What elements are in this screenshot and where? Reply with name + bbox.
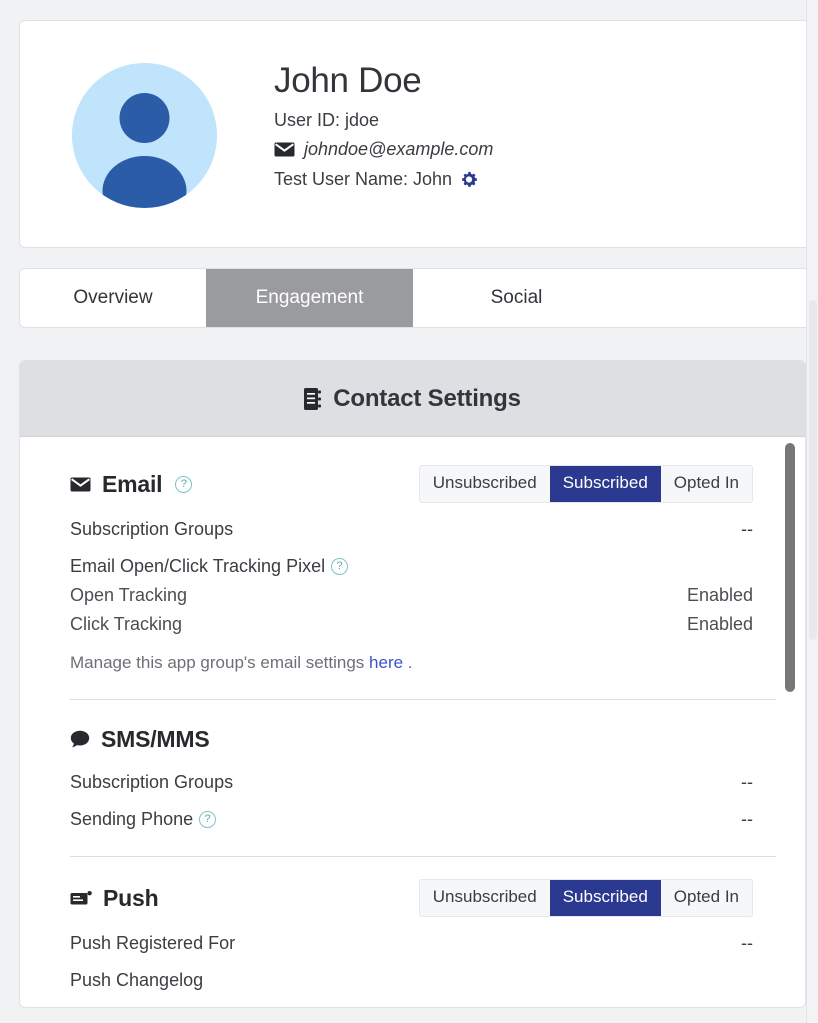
sms-sending-phone-value: -- — [741, 809, 753, 829]
avatar-person-icon — [72, 63, 217, 208]
app-root: John Doe User ID: jdoe johndoe@example.c… — [0, 0, 818, 1023]
tab-engagement-label: Engagement — [255, 287, 364, 308]
push-title-group: Push — [70, 884, 159, 912]
contact-settings-body: Email ? Unsubscribed Subscribed Opted In… — [20, 437, 805, 1007]
email-tracking-pixel-row: Email Open/Click Tracking Pixel ? — [70, 556, 753, 577]
push-registered-for-row: Push Registered For -- — [70, 933, 753, 954]
avatar — [72, 63, 217, 208]
address-book-icon — [304, 387, 322, 410]
push-changelog-label: Push Changelog — [70, 970, 204, 990]
email-subscription-groups-value: -- — [741, 519, 753, 539]
open-tracking-label: Open Tracking — [70, 585, 188, 605]
email-settings-note: Manage this app group's email settings h… — [70, 653, 753, 673]
user-profile-card: John Doe User ID: jdoe johndoe@example.c… — [19, 20, 818, 248]
test-user-name-row: Test User Name: John — [274, 169, 493, 190]
contact-settings-scrollbar-thumb[interactable] — [785, 443, 795, 692]
email-tracking-pixel-label-group: Email Open/Click Tracking Pixel ? — [70, 556, 349, 577]
click-tracking-row: Click Tracking Enabled — [70, 614, 753, 635]
spacer-sms — [70, 700, 753, 722]
email-title-group: Email ? — [70, 470, 193, 498]
email-tracking-pixel-label: Email Open/Click Tracking Pixel — [70, 556, 326, 576]
email-section-label: Email — [102, 470, 163, 497]
push-unsubscribed-button[interactable]: Unsubscribed — [419, 880, 550, 916]
sms-section-label: SMS/MMS — [101, 725, 210, 752]
email-row: johndoe@example.com — [274, 139, 493, 160]
email-settings-here-link[interactable]: here — [369, 653, 403, 672]
push-subscription-toggle: Unsubscribed Subscribed Opted In — [418, 879, 753, 917]
email-subscribed-button[interactable]: Subscribed — [549, 466, 661, 502]
envelope-icon — [274, 142, 295, 157]
push-card-icon — [70, 890, 92, 906]
push-section-label: Push — [103, 884, 159, 911]
page-title: John Doe — [274, 61, 422, 100]
email-subscription-toggle: Unsubscribed Subscribed Opted In — [418, 465, 753, 503]
push-changelog-row: Push Changelog — [70, 970, 753, 991]
contact-settings-panel: Contact Settings Email ? Unsubscribed Su… — [19, 360, 806, 1008]
push-subscribed-button[interactable]: Subscribed — [549, 880, 661, 916]
comment-icon — [70, 730, 90, 748]
sms-sending-phone-label: Sending Phone — [70, 809, 194, 829]
sms-section-header: SMS/MMS — [70, 722, 753, 756]
email-section-header: Email ? Unsubscribed Subscribed Opted In — [70, 465, 753, 503]
email-help-icon[interactable]: ? — [175, 475, 193, 493]
gear-icon[interactable] — [460, 171, 478, 189]
email-opted-in-button[interactable]: Opted In — [660, 466, 752, 502]
click-tracking-label: Click Tracking — [70, 614, 183, 634]
push-section-header: Push Unsubscribed Subscribed Opted In — [70, 879, 753, 917]
push-registered-for-label: Push Registered For — [70, 933, 236, 953]
contact-settings-title: Contact Settings — [333, 384, 521, 412]
email-address: johndoe@example.com — [304, 139, 494, 160]
email-subscription-groups-label: Subscription Groups — [70, 519, 234, 539]
email-unsubscribed-button[interactable]: Unsubscribed — [419, 466, 550, 502]
sms-sending-phone-label-group: Sending Phone ? — [70, 809, 217, 830]
sms-sending-phone-help-icon[interactable]: ? — [199, 811, 217, 828]
tab-bar: Overview Engagement Social — [19, 268, 818, 328]
profile-info: John Doe User ID: jdoe johndoe@example.c… — [274, 61, 493, 190]
email-subscription-groups-row: Subscription Groups -- — [70, 519, 753, 540]
sms-subscription-groups-row: Subscription Groups -- — [70, 772, 753, 793]
push-opted-in-button[interactable]: Opted In — [660, 880, 752, 916]
sms-subscription-groups-value: -- — [741, 772, 753, 792]
tab-overview-label: Overview — [73, 287, 153, 308]
open-tracking-value: Enabled — [686, 585, 753, 605]
page-scrollbar-thumb[interactable] — [809, 300, 817, 640]
user-id-text: User ID: jdoe — [274, 110, 380, 131]
email-settings-note-suffix: . — [403, 653, 413, 672]
click-tracking-value: Enabled — [686, 614, 753, 634]
contact-settings-scroll-area: Email ? Unsubscribed Subscribed Opted In… — [20, 437, 805, 1007]
email-settings-note-prefix: Manage this app group's email settings — [70, 653, 370, 672]
contact-settings-scrollbar[interactable] — [785, 437, 795, 1007]
sms-title-group: SMS/MMS — [70, 726, 210, 753]
tab-social-label: Social — [490, 287, 543, 308]
tab-social[interactable]: Social — [413, 269, 620, 327]
test-user-name-text: Test User Name: John — [274, 169, 453, 190]
sms-sending-phone-row: Sending Phone ? -- — [70, 809, 753, 830]
tab-overview[interactable]: Overview — [20, 269, 206, 327]
sms-subscription-groups-label: Subscription Groups — [70, 772, 234, 792]
push-registered-for-value: -- — [741, 933, 753, 953]
email-tracking-pixel-help-icon[interactable]: ? — [331, 558, 349, 575]
page-scrollbar[interactable] — [806, 0, 818, 1023]
tab-engagement[interactable]: Engagement — [206, 269, 413, 327]
contact-settings-header: Contact Settings — [20, 361, 805, 437]
open-tracking-row: Open Tracking Enabled — [70, 585, 753, 606]
spacer-push — [70, 857, 753, 879]
envelope-icon — [70, 477, 91, 492]
